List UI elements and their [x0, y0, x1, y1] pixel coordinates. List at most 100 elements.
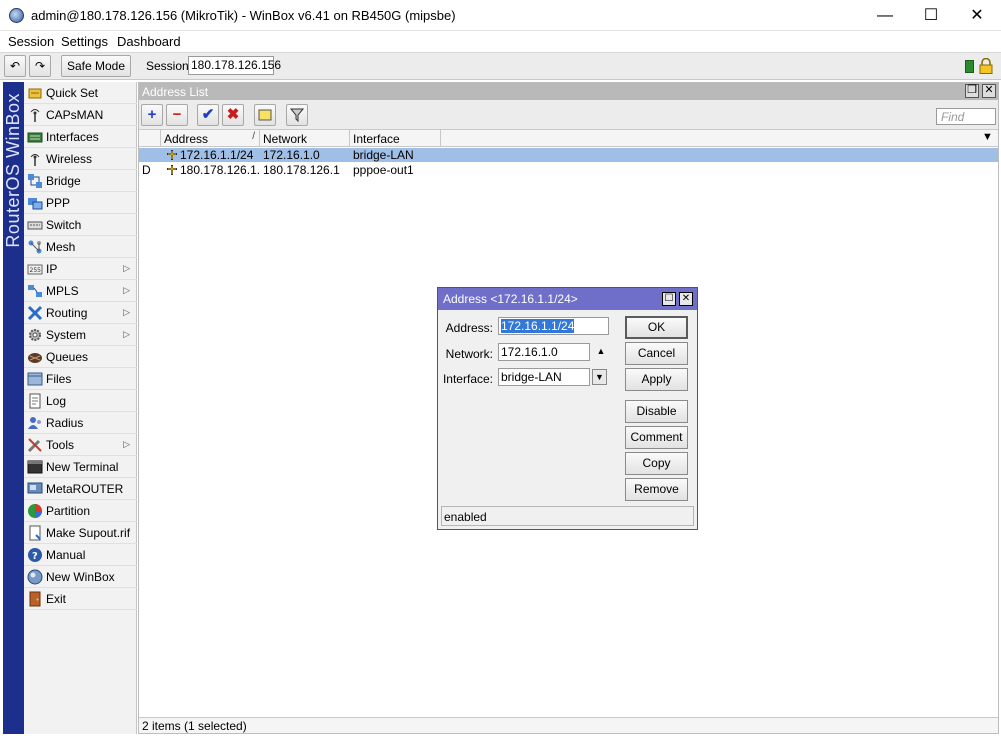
close-panel-button[interactable]: ✕	[982, 84, 996, 98]
network-input[interactable]: 172.16.1.0	[498, 343, 590, 361]
menu-settings[interactable]: Settings	[61, 34, 108, 49]
system-gear-icon	[29, 329, 41, 341]
sidebar-item-quick-set[interactable]: Quick Set	[24, 82, 137, 104]
sidebar-item-label: Wireless	[46, 152, 93, 166]
menu-session[interactable]: Session	[8, 34, 54, 49]
sidebar-item-files[interactable]: Files	[24, 368, 137, 390]
dialog-close-button[interactable]: ✕	[679, 292, 693, 306]
sidebar-item-radius[interactable]: Radius	[24, 412, 137, 434]
interface-select[interactable]: bridge-LAN	[498, 368, 590, 386]
safe-mode-button[interactable]: Safe Mode	[61, 55, 131, 77]
sidebar-item-routing[interactable]: Routing ▷	[24, 302, 137, 324]
undo-button[interactable]: ↶	[4, 55, 26, 77]
copy-button[interactable]: Copy	[625, 452, 688, 475]
column-header-flag[interactable]	[139, 130, 161, 147]
add-address-button[interactable]: +	[141, 104, 163, 126]
mpls-icon	[28, 285, 42, 297]
sidebar-item-ip[interactable]: 255 IP ▷	[24, 258, 137, 280]
sidebar-item-label: Interfaces	[46, 130, 99, 144]
routing-icon	[27, 305, 43, 321]
sidebar-item-manual[interactable]: ? Manual	[24, 544, 137, 566]
comment-note-icon	[258, 109, 272, 121]
sidebar-item-mesh[interactable]: Mesh	[24, 236, 137, 258]
row-address: 172.16.1.1/24	[180, 148, 254, 162]
address-list-title: Address List ❐ ✕	[139, 83, 998, 100]
sidebar-item-queues[interactable]: Queues	[24, 346, 137, 368]
sidebar-item-label: Queues	[46, 350, 89, 364]
sidebar-item-label: Radius	[46, 416, 84, 430]
sidebar-item-ppp[interactable]: PPP	[24, 192, 137, 214]
sidebar-item-label: Tools	[46, 438, 75, 452]
table-row[interactable]: D 180.178.126.1... 180.178.126.1 pppoe-o…	[139, 163, 998, 177]
sidebar-item-new-winbox[interactable]: New WinBox	[24, 566, 137, 588]
filter-button[interactable]	[286, 104, 308, 126]
close-window-button[interactable]: ✕	[954, 0, 1000, 31]
bridge-icon	[28, 174, 42, 188]
connection-status-icon	[965, 60, 974, 73]
manual-help-icon: ?	[28, 548, 42, 562]
column-header-interface[interactable]: Interface	[350, 130, 441, 147]
disable-button[interactable]: Disable	[625, 400, 688, 423]
sidebar-item-label: Manual	[46, 548, 86, 562]
columns-dropdown-icon[interactable]: ▼	[982, 131, 993, 143]
sidebar-item-tools[interactable]: Tools ▷	[24, 434, 137, 456]
address-list-status: 2 items (1 selected)	[139, 717, 998, 733]
address-plus-icon	[167, 165, 177, 175]
find-input[interactable]: Find	[936, 108, 996, 125]
table-row[interactable]: 172.16.1.1/24 172.16.1.0 bridge-LAN	[139, 148, 998, 162]
capsman-icon	[30, 109, 40, 122]
remove-button[interactable]: Remove	[625, 478, 688, 501]
sidebar-item-new-terminal[interactable]: New Terminal	[24, 456, 137, 478]
sidebar-item-label: Files	[46, 372, 72, 386]
sidebar-item-exit[interactable]: Exit	[24, 588, 137, 610]
sidebar-item-label: Switch	[46, 218, 82, 232]
log-icon	[29, 393, 41, 409]
sidebar-item-system[interactable]: System ▷	[24, 324, 137, 346]
ok-button[interactable]: OK	[625, 316, 688, 339]
mesh-icon	[28, 240, 42, 254]
sidebar-item-metarouter[interactable]: MetaROUTER	[24, 478, 137, 500]
sidebar-item-make-supout[interactable]: Make Supout.rif	[24, 522, 137, 544]
sidebar-item-label: CAPsMAN	[46, 108, 104, 122]
sidebar-item-bridge[interactable]: Bridge	[24, 170, 137, 192]
address-input[interactable]: 172.16.1.1/24	[498, 317, 609, 335]
enable-address-button[interactable]: ✔	[197, 104, 219, 126]
comment-button[interactable]	[254, 104, 276, 126]
column-header-address[interactable]: Address /	[161, 130, 260, 147]
partition-icon	[28, 504, 42, 518]
address-plus-icon	[167, 150, 177, 160]
redo-button[interactable]: ↷	[29, 55, 51, 77]
sidebar-item-label: Partition	[46, 504, 91, 518]
network-label: Network:	[445, 347, 493, 361]
session-field[interactable]: 180.178.126.156	[188, 56, 281, 75]
interface-dropdown-icon[interactable]: ▼	[592, 369, 607, 385]
sidebar-item-partition[interactable]: Partition	[24, 500, 137, 522]
disable-address-button[interactable]: ✖	[222, 104, 244, 126]
cancel-button[interactable]: Cancel	[625, 342, 688, 365]
sidebar-item-interfaces[interactable]: Interfaces	[24, 126, 137, 148]
network-collapse-up-icon[interactable]: ▲	[594, 346, 608, 358]
submenu-arrow-icon: ▷	[123, 329, 130, 339]
sidebar-item-label: Routing	[46, 306, 88, 320]
restore-panel-button[interactable]: ❐	[965, 84, 979, 98]
routeros-brand-strip: RouterOS WinBox	[3, 82, 24, 734]
dialog-restore-button[interactable]: ☐	[662, 292, 676, 306]
sidebar-item-mpls[interactable]: MPLS ▷	[24, 280, 137, 302]
sidebar-item-capsman[interactable]: CAPsMAN	[24, 104, 137, 126]
filter-funnel-icon	[289, 108, 305, 123]
column-header-network[interactable]: Network	[260, 130, 350, 147]
minimize-button[interactable]: —	[862, 0, 908, 31]
dialog-status: enabled	[441, 506, 694, 526]
remove-address-button[interactable]: −	[166, 104, 188, 126]
sidebar-item-log[interactable]: Log	[24, 390, 137, 412]
comment-dialog-button[interactable]: Comment	[625, 426, 688, 449]
submenu-arrow-icon: ▷	[123, 263, 130, 273]
sidebar-item-switch[interactable]: Switch	[24, 214, 137, 236]
sidebar-item-label: IP	[46, 262, 58, 276]
apply-button[interactable]: Apply	[625, 368, 688, 391]
quickset-icon	[28, 88, 42, 99]
maximize-button[interactable]: ☐	[908, 0, 954, 31]
menu-dashboard[interactable]: Dashboard	[117, 34, 181, 49]
sidebar-item-label: Bridge	[46, 174, 81, 188]
sidebar-item-wireless[interactable]: Wireless	[24, 148, 137, 170]
